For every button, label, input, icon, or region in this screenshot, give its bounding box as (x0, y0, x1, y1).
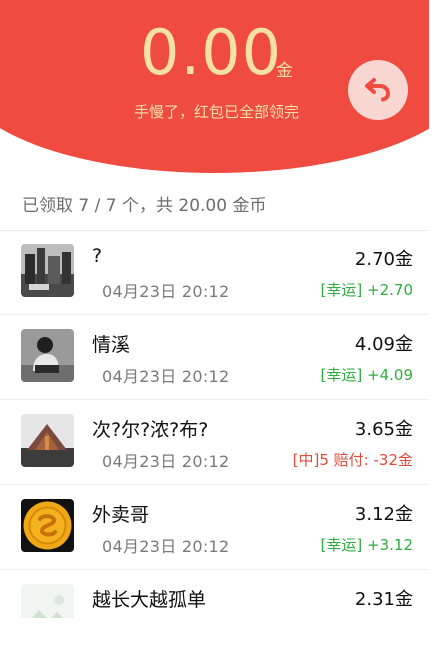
avatar (21, 329, 74, 382)
user-name: 外卖哥 (92, 504, 150, 526)
list-item[interactable]: 外卖哥 04月23日 20:12 3.12金 [幸运] +3.12 (0, 485, 429, 570)
coin-amount: 2.31金 (354, 589, 413, 610)
list-item[interactable]: ? 04月23日 20:12 2.70金 [幸运] +2.70 (0, 230, 429, 315)
claim-time: 04月23日 20:12 (102, 367, 230, 386)
amount-unit: 金 (276, 61, 293, 81)
avatar (21, 244, 74, 297)
avatar (21, 414, 74, 467)
claim-time: 04月23日 20:12 (102, 282, 230, 301)
lucky-tag: [幸运] +4.09 (320, 366, 413, 384)
coin-amount: 4.09金 (354, 334, 413, 355)
claim-time: 04月23日 20:12 (102, 452, 230, 471)
penalty-tag: [中]5 赔付: -32金 (292, 451, 413, 469)
claim-summary: 已领取 7 / 7 个，共 20.00 金币 (22, 196, 267, 216)
received-amount: 0.00 (140, 16, 283, 89)
list-item[interactable]: 越长大越孤单 2.31金 (0, 570, 429, 618)
coin-amount: 3.12金 (354, 504, 413, 525)
return-arrow-icon (361, 71, 395, 109)
lucky-tag: [幸运] +3.12 (320, 536, 413, 554)
right-edge-strip (429, 0, 443, 651)
coin-amount: 2.70金 (354, 249, 413, 270)
coin-amount: 3.65金 (354, 419, 413, 440)
avatar (21, 499, 74, 552)
user-name: 次?尔?浓?布? (92, 419, 209, 441)
lucky-tag: [幸运] +2.70 (320, 281, 413, 299)
return-button[interactable] (348, 60, 408, 120)
list-item[interactable]: 次?尔?浓?布? 04月23日 20:12 3.65金 [中]5 赔付: -32… (0, 400, 429, 485)
user-name: 越长大越孤单 (92, 589, 207, 611)
red-packet-header: 0.00 金 手慢了，红包已全部领完 (0, 0, 429, 175)
user-name: 情溪 (92, 334, 131, 356)
list-item[interactable]: 情溪 04月23日 20:12 4.09金 [幸运] +4.09 (0, 315, 429, 400)
claim-time: 04月23日 20:12 (102, 537, 230, 556)
avatar-placeholder (21, 584, 74, 618)
user-name: ? (92, 245, 103, 267)
